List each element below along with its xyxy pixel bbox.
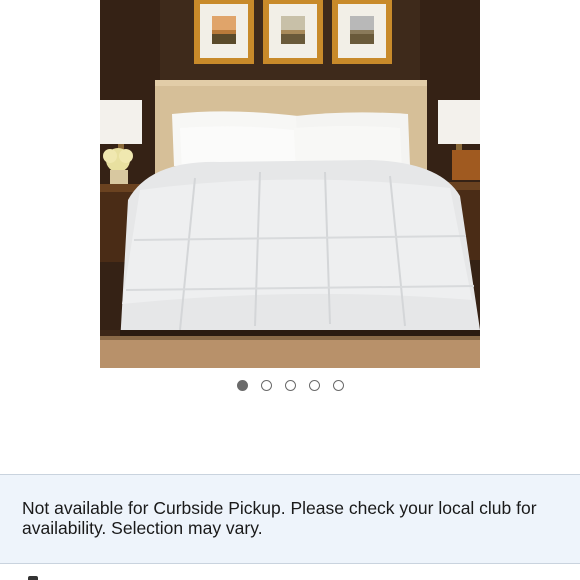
availability-notice-text: Not available for Curbside Pickup. Pleas… (22, 498, 537, 538)
product-image[interactable] (100, 0, 480, 368)
carousel-dot-2[interactable] (260, 380, 272, 391)
carousel-dot-5[interactable] (332, 380, 344, 391)
partial-icon (28, 576, 38, 580)
carousel-dot-4[interactable] (308, 380, 320, 391)
carousel-dot-1[interactable] (236, 380, 248, 391)
bottom-section (0, 564, 580, 580)
carousel-dot-3[interactable] (284, 380, 296, 391)
availability-notice: Not available for Curbside Pickup. Pleas… (0, 474, 580, 564)
image-carousel-dots (0, 380, 580, 394)
product-page: Not available for Curbside Pickup. Pleas… (0, 0, 580, 580)
